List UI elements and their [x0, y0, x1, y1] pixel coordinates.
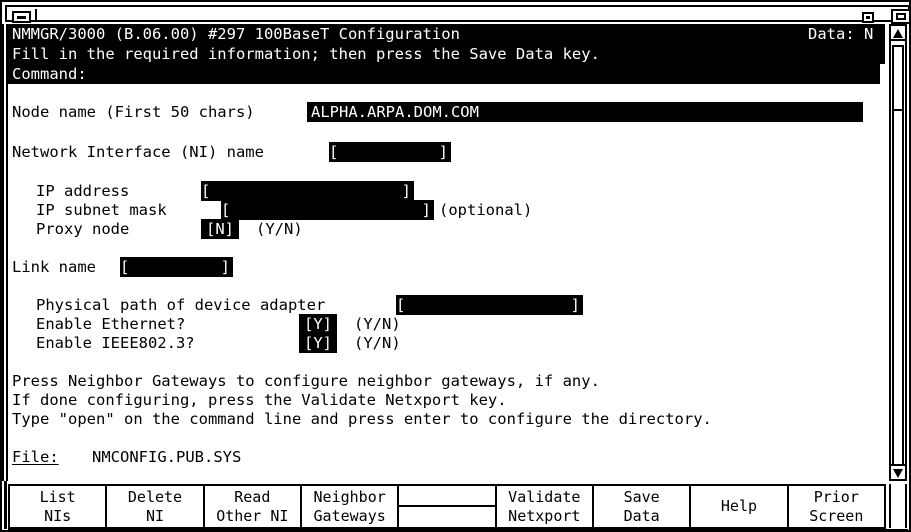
- function-key-f9[interactable]: Prior Screen: [789, 486, 884, 527]
- function-key-f2-line1: Delete: [127, 487, 183, 506]
- enable-ethernet-input[interactable]: [Y]: [299, 314, 337, 334]
- function-key-f2-line2: NI: [145, 506, 165, 525]
- file-label: File:: [12, 448, 59, 466]
- link-name-label: Link name: [12, 258, 96, 276]
- terminal-window-screenshot: NMMGR/3000 (B.06.00) #297 100BaseT Confi…: [0, 0, 911, 532]
- screen-title: NMMGR/3000 (B.06.00) #297 100BaseT Confi…: [12, 25, 460, 43]
- function-key-f8-line1: Help: [720, 497, 758, 515]
- function-key-f9-line2: Screen: [809, 506, 864, 525]
- scrollbar-footer-spacer: [889, 484, 907, 528]
- function-key-f7[interactable]: Save Data: [594, 486, 692, 527]
- enable-ieee-bracket-open: [: [303, 334, 314, 352]
- scrollbar-track[interactable]: [892, 111, 904, 464]
- function-key-f3-line1: Read: [234, 487, 271, 506]
- command-input[interactable]: [92, 64, 880, 84]
- function-key-f2[interactable]: Delete NI: [107, 486, 205, 527]
- enable-ieee-input[interactable]: [Y]: [299, 333, 337, 353]
- function-key-f6-line2: Netxport: [508, 506, 581, 525]
- function-key-f6[interactable]: Validate Netxport: [497, 486, 594, 527]
- terminal-left-border-outer: [2, 24, 4, 481]
- ip-address-input[interactable]: [: [201, 181, 411, 201]
- function-key-f7-line1: Save: [623, 487, 660, 506]
- ip-subnet-bracket-close: ]: [412, 200, 434, 220]
- ip-subnet-bracket-open: [: [221, 201, 231, 219]
- function-key-f8[interactable]: Help: [691, 486, 789, 527]
- enable-ethernet-label: Enable Ethernet?: [36, 315, 186, 333]
- enable-ieee-hint: (Y/N): [354, 334, 401, 352]
- function-key-f9-line1: Prior: [813, 487, 859, 506]
- command-label: Command:: [12, 65, 87, 83]
- function-key-f7-line2: Data: [623, 506, 660, 525]
- function-key-f4[interactable]: Neighbor Gateways: [302, 486, 400, 527]
- link-name-bracket-open: [: [120, 258, 130, 276]
- terminal-content: NMMGR/3000 (B.06.00) #297 100BaseT Confi…: [8, 24, 885, 477]
- proxy-node-value: N: [215, 220, 225, 238]
- function-bar-left-border: [4, 481, 7, 529]
- proxy-node-hint: (Y/N): [256, 220, 303, 238]
- maximize-icon[interactable]: [891, 9, 911, 24]
- instruction-line-3: Type "open" on the command line and pres…: [12, 410, 712, 428]
- enable-ieee-value: Y: [313, 334, 323, 352]
- scroll-up-triangle-icon: [893, 29, 903, 38]
- file-value: NMCONFIG.PUB.SYS: [92, 448, 242, 466]
- window-frame: NMMGR/3000 (B.06.00) #297 100BaseT Confi…: [0, 0, 911, 532]
- function-key-f3[interactable]: Read Other NI: [205, 486, 302, 527]
- ip-address-bracket-close: ]: [392, 181, 414, 201]
- function-key-f4-line2: Gateways: [313, 506, 386, 525]
- vertical-scrollbar[interactable]: [889, 24, 907, 481]
- restore-icon[interactable]: [862, 12, 874, 23]
- function-key-bar: List NIs Delete NI Read Other NI Neighbo…: [8, 484, 886, 529]
- proxy-node-bracket-close: ]: [224, 220, 235, 238]
- ni-name-label: Network Interface (NI) name: [12, 143, 264, 161]
- enable-ieee-label: Enable IEEE802.3?: [36, 334, 195, 352]
- ip-subnet-optional-note: (optional): [439, 201, 533, 219]
- physical-path-input[interactable]: [: [396, 295, 576, 315]
- minimize-icon[interactable]: [12, 11, 31, 23]
- enable-ethernet-bracket-close: ]: [322, 315, 333, 333]
- enable-ieee-bracket-close: ]: [322, 334, 333, 352]
- header-instruction: Fill in the required information; then p…: [12, 45, 600, 63]
- function-key-f6-line1: Validate: [508, 487, 581, 506]
- physical-path-bracket-close: ]: [561, 295, 583, 315]
- node-name-label: Node name (First 50 chars): [12, 103, 255, 121]
- function-key-f4-line1: Neighbor: [313, 487, 386, 506]
- ip-subnet-input[interactable]: [: [221, 200, 431, 220]
- function-key-f5-divider: [399, 486, 495, 507]
- instruction-line-1: Press Neighbor Gateways to configure nei…: [12, 372, 600, 390]
- window-titlebar[interactable]: [5, 5, 911, 24]
- scroll-up-arrow-icon[interactable]: [891, 26, 905, 41]
- ip-address-bracket-open: [: [201, 182, 211, 200]
- function-key-f1-line2: NIs: [44, 506, 72, 525]
- function-key-f1[interactable]: List NIs: [10, 486, 108, 527]
- link-name-input[interactable]: [: [120, 257, 220, 277]
- ni-name-bracket-close: ]: [429, 142, 451, 162]
- instruction-line-2: If done configuring, press the Validate …: [12, 391, 507, 409]
- titlebar-divider: [35, 9, 37, 22]
- data-status-indicator: Data: N: [808, 25, 874, 43]
- function-key-f3-line2: Other NI: [216, 506, 289, 525]
- scrollbar-thumb[interactable]: [892, 45, 904, 111]
- enable-ethernet-value: Y: [313, 315, 323, 333]
- ni-name-bracket-open: [: [329, 143, 339, 161]
- scroll-down-arrow-icon[interactable]: [891, 464, 905, 479]
- link-name-bracket-close: ]: [211, 257, 233, 277]
- ip-address-label: IP address: [36, 182, 130, 200]
- ip-subnet-label: IP subnet mask: [36, 201, 167, 219]
- scroll-down-triangle-icon: [893, 469, 903, 478]
- proxy-node-bracket-open: [: [205, 220, 216, 238]
- physical-path-bracket-open: [: [396, 296, 406, 314]
- enable-ethernet-hint: (Y/N): [354, 315, 401, 333]
- proxy-node-input[interactable]: [N]: [201, 219, 239, 239]
- proxy-node-label: Proxy node: [36, 220, 130, 238]
- node-name-input[interactable]: ALPHA.ARPA.DOM.COM: [307, 102, 863, 122]
- function-key-f1-line1: List: [39, 487, 76, 506]
- physical-path-label: Physical path of device adapter: [36, 296, 326, 314]
- function-key-f5[interactable]: [399, 486, 497, 527]
- enable-ethernet-bracket-open: [: [303, 315, 314, 333]
